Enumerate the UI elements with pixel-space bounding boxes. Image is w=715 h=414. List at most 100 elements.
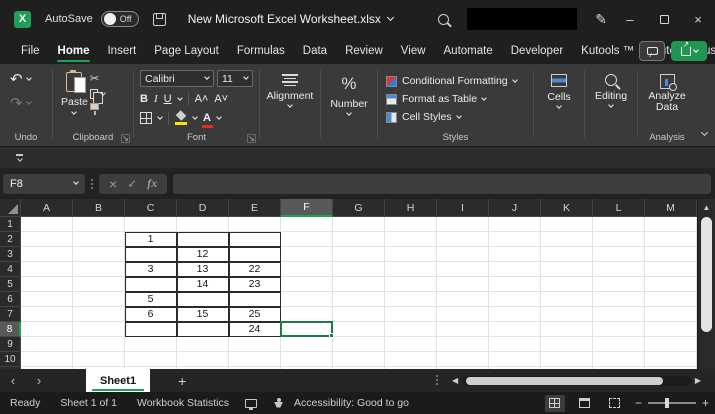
cell-M9[interactable]: [645, 337, 697, 352]
select-all-corner[interactable]: [0, 199, 21, 217]
row-header-8[interactable]: 8: [0, 322, 21, 337]
cell-D7[interactable]: 15: [177, 307, 229, 322]
page-break-view-button[interactable]: [605, 395, 625, 412]
menu-insert[interactable]: Insert: [98, 41, 145, 61]
cell-J9[interactable]: [489, 337, 541, 352]
cell-G4[interactable]: [333, 262, 385, 277]
cell-D5[interactable]: 14: [177, 277, 229, 292]
column-header-M[interactable]: M: [645, 199, 697, 217]
cell-B7[interactable]: [73, 307, 125, 322]
cell-D9[interactable]: [177, 337, 229, 352]
cell-J2[interactable]: [489, 232, 541, 247]
format-painter-button[interactable]: [90, 103, 99, 110]
cell-J7[interactable]: [489, 307, 541, 322]
cell-K2[interactable]: [541, 232, 593, 247]
cell-L2[interactable]: [593, 232, 645, 247]
decrease-font-button[interactable]: A˅: [214, 93, 228, 105]
cells-button[interactable]: Cells: [547, 74, 570, 108]
cell-H8[interactable]: [385, 322, 437, 337]
zoom-in-button[interactable]: +: [702, 396, 709, 410]
cell-C1[interactable]: [125, 217, 177, 232]
cell-G9[interactable]: [333, 337, 385, 352]
cell-M10[interactable]: [645, 352, 697, 367]
cell-F5[interactable]: [281, 277, 333, 292]
expand-toolbar-icon[interactable]: [16, 154, 23, 161]
cell-G1[interactable]: [333, 217, 385, 232]
cell-C10[interactable]: [125, 352, 177, 367]
cell-J1[interactable]: [489, 217, 541, 232]
cell-I10[interactable]: [437, 352, 489, 367]
cell-E6[interactable]: [229, 292, 281, 307]
format-as-table-button[interactable]: Format as Table: [386, 90, 533, 108]
cell-J4[interactable]: [489, 262, 541, 277]
autosave-toggle[interactable]: Off: [101, 11, 139, 27]
cell-K1[interactable]: [541, 217, 593, 232]
cell-L4[interactable]: [593, 262, 645, 277]
bold-button[interactable]: B: [140, 93, 148, 105]
zoom-slider[interactable]: [648, 402, 696, 404]
cell-D6[interactable]: [177, 292, 229, 307]
cell-B5[interactable]: [73, 277, 125, 292]
cell-C7[interactable]: 6: [125, 307, 177, 322]
cell-I3[interactable]: [437, 247, 489, 262]
cell-K10[interactable]: [541, 352, 593, 367]
cell-A6[interactable]: [21, 292, 73, 307]
cell-G6[interactable]: [333, 292, 385, 307]
vertical-scrollbar[interactable]: ▲: [697, 199, 715, 369]
cell-I5[interactable]: [437, 277, 489, 292]
excel-logo-icon[interactable]: X: [14, 11, 31, 28]
cell-H1[interactable]: [385, 217, 437, 232]
cell-D1[interactable]: [177, 217, 229, 232]
cell-H7[interactable]: [385, 307, 437, 322]
column-header-J[interactable]: J: [489, 199, 541, 217]
cell-M8[interactable]: [645, 322, 697, 337]
menu-view[interactable]: View: [392, 41, 435, 61]
row-header-9[interactable]: 9: [0, 337, 21, 352]
cell-B10[interactable]: [73, 352, 125, 367]
cell-H6[interactable]: [385, 292, 437, 307]
cell-F6[interactable]: [281, 292, 333, 307]
cell-K7[interactable]: [541, 307, 593, 322]
accessibility-status[interactable]: Accessibility: Good to go: [284, 397, 419, 409]
menu-home[interactable]: Home: [49, 41, 99, 61]
redo-button[interactable]: ↷: [10, 94, 52, 112]
column-header-K[interactable]: K: [541, 199, 593, 217]
menu-review[interactable]: Review: [336, 41, 392, 61]
row-header-1[interactable]: 1: [0, 217, 21, 232]
search-icon[interactable]: [438, 14, 449, 25]
cell-B2[interactable]: [73, 232, 125, 247]
document-title[interactable]: New Microsoft Excel Worksheet.xlsx: [188, 12, 393, 26]
cell-E10[interactable]: [229, 352, 281, 367]
comments-button[interactable]: [639, 41, 665, 61]
sheet-count[interactable]: Sheet 1 of 1: [50, 397, 127, 409]
row-header-5[interactable]: 5: [0, 277, 21, 292]
cell-L7[interactable]: [593, 307, 645, 322]
cell-E2[interactable]: [229, 232, 281, 247]
name-box[interactable]: F8: [3, 174, 85, 194]
zoom-out-button[interactable]: −: [635, 396, 642, 410]
cell-E9[interactable]: [229, 337, 281, 352]
formula-bar-splitter[interactable]: [91, 179, 93, 189]
cell-B4[interactable]: [73, 262, 125, 277]
cell-A3[interactable]: [21, 247, 73, 262]
increase-font-button[interactable]: A˄: [195, 93, 209, 105]
cell-G3[interactable]: [333, 247, 385, 262]
cell-B8[interactable]: [73, 322, 125, 337]
editing-mode-icon[interactable]: ✎: [595, 11, 607, 28]
prev-sheet-button[interactable]: ‹: [0, 373, 26, 388]
collapse-ribbon-chevron[interactable]: [702, 122, 707, 140]
cell-H3[interactable]: [385, 247, 437, 262]
cell-L3[interactable]: [593, 247, 645, 262]
insert-function-button[interactable]: fx: [147, 176, 157, 191]
cell-K8[interactable]: [541, 322, 593, 337]
underline-button[interactable]: U: [164, 93, 172, 105]
normal-view-button[interactable]: [545, 395, 565, 412]
cell-B1[interactable]: [73, 217, 125, 232]
cell-F7[interactable]: [281, 307, 333, 322]
close-button[interactable]: ×: [681, 0, 715, 38]
number-button[interactable]: % Number: [330, 74, 367, 115]
cell-A2[interactable]: [21, 232, 73, 247]
cell-M5[interactable]: [645, 277, 697, 292]
cell-H9[interactable]: [385, 337, 437, 352]
scroll-left-icon[interactable]: ◀: [448, 376, 462, 385]
